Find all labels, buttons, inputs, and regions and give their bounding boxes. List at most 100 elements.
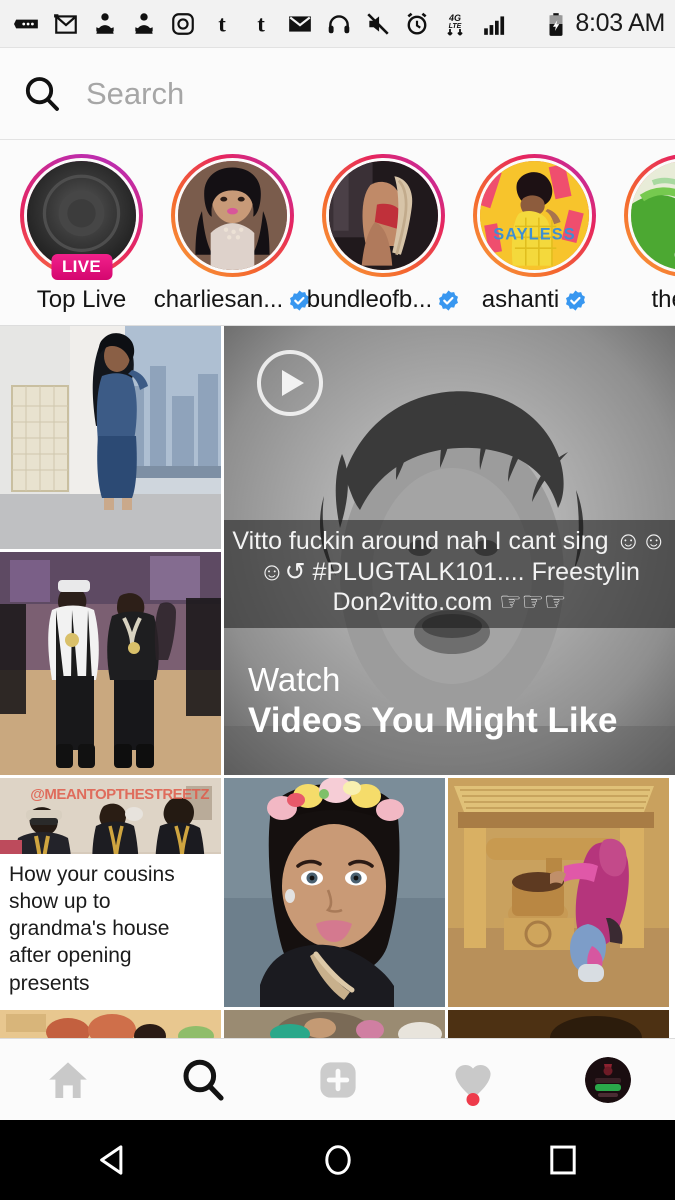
watch-title: Videos You Might Like <box>248 700 618 740</box>
stories-tray[interactable]: LIVE Top Live charliesan... bundleofb...… <box>0 140 675 326</box>
search-icon <box>182 1059 224 1101</box>
play-icon[interactable] <box>257 350 323 416</box>
bottom-nav-bar[interactable] <box>0 1038 675 1120</box>
story-avatar <box>329 161 438 270</box>
live-badge: LIVE <box>51 254 112 280</box>
tile-image <box>0 1010 221 1038</box>
story-username-text: Top Live <box>36 286 127 313</box>
meme-caption: How your cousins show up to grandma's ho… <box>0 853 221 1007</box>
tumblr-icon: t <box>218 11 226 36</box>
svg-text:4G: 4G <box>448 13 461 23</box>
svg-text:SAYLESS: SAYLESS <box>493 225 575 243</box>
nav-item-activity[interactable] <box>405 1039 540 1120</box>
story-ring <box>171 154 294 277</box>
tile-image <box>448 1010 669 1038</box>
video-overlay-caption: Vitto fuckin around nah I cant sing ☺☺ ☺… <box>224 520 675 628</box>
search-input[interactable]: Search <box>86 76 184 112</box>
nav-item-profile[interactable] <box>540 1039 675 1120</box>
alarm-icon <box>407 12 427 35</box>
avatar <box>584 1056 631 1103</box>
signal-bars-icon <box>484 15 505 35</box>
story-username-text: therea <box>651 286 675 313</box>
story-avatar-frame <box>326 158 441 273</box>
grid-tile-photo[interactable] <box>224 1010 445 1038</box>
square-recents-icon <box>549 1145 576 1175</box>
story-avatar: SAYLESS <box>480 161 589 270</box>
story-ring <box>322 154 445 277</box>
story-username: charliesan... <box>154 286 311 314</box>
instagram-icon <box>172 12 194 35</box>
grid-tile-photo[interactable] <box>224 778 445 1007</box>
grid-row: Vitto fuckin around nah I cant sing ☺☺ ☺… <box>0 326 675 775</box>
play-triangle <box>282 370 304 396</box>
story-avatar <box>631 161 675 270</box>
grid-tile-photo[interactable] <box>0 326 221 549</box>
story-avatar-frame <box>628 158 675 273</box>
svg-text:t: t <box>218 11 226 36</box>
svg-text:LTE: LTE <box>449 23 462 30</box>
tumblr-icon: t <box>257 11 265 36</box>
story-ring <box>624 154 675 277</box>
grid-tile-photo[interactable] <box>448 778 669 1007</box>
grid-tile-photo[interactable] <box>0 552 221 775</box>
tile-image <box>224 778 445 1007</box>
watermark: @MEANTOPTHESTREETZ <box>30 786 209 803</box>
svg-text:t: t <box>257 11 265 36</box>
plus-icon <box>319 1061 356 1098</box>
activity-badge-dot <box>466 1093 479 1106</box>
grid-tile-video[interactable]: Vitto fuckin around nah I cant sing ☺☺ ☺… <box>224 326 675 775</box>
story-username-text: ashanti <box>481 286 560 313</box>
story-username: bundleofb... <box>307 286 460 314</box>
4g-lte-icon: 4G LTE <box>447 13 463 36</box>
grid-tile-photo[interactable] <box>0 1010 221 1038</box>
gmail-icon <box>54 13 77 34</box>
grid-tile-photo[interactable] <box>448 1010 669 1038</box>
person-alert-icon <box>96 12 114 34</box>
android-home-button[interactable] <box>225 1139 450 1181</box>
email-icon <box>289 15 311 32</box>
status-bar-clock: 8:03 AM <box>575 9 665 37</box>
search-bar[interactable]: Search <box>0 48 675 140</box>
grid-row: @MEANTOPTHESTREETZ How your cousins show… <box>0 778 675 1007</box>
story-item-top-live[interactable]: LIVE Top Live <box>14 154 149 314</box>
battery-charging-icon <box>549 12 563 36</box>
story-item-ashanti[interactable]: SAYLESS ashanti <box>467 154 602 314</box>
grid-tile-meme[interactable]: @MEANTOPTHESTREETZ How your cousins show… <box>0 778 221 1007</box>
story-username: ashanti <box>482 286 587 314</box>
explore-grid[interactable]: Vitto fuckin around nah I cant sing ☺☺ ☺… <box>0 326 675 1038</box>
search-icon <box>25 76 59 111</box>
story-username: Top Live <box>37 286 126 314</box>
person-alert-icon <box>135 12 153 34</box>
nav-item-add-post[interactable] <box>270 1039 405 1120</box>
triangle-back-icon <box>99 1145 122 1175</box>
tile-image <box>448 778 669 1007</box>
story-avatar-frame <box>175 158 290 273</box>
android-recents-button[interactable] <box>450 1139 675 1181</box>
android-nav-bar[interactable] <box>0 1120 675 1200</box>
story-ring: SAYLESS <box>473 154 596 277</box>
android-back-button[interactable] <box>0 1139 225 1181</box>
story-avatar-frame: SAYLESS <box>477 158 592 273</box>
profile-avatar-image <box>584 1056 631 1103</box>
status-bar: t t 4G LTE 8:03 AM <box>0 0 675 48</box>
watch-label-group: Watch Videos You Might Like <box>248 661 618 741</box>
mute-icon <box>367 12 389 35</box>
nav-item-search[interactable] <box>135 1039 270 1120</box>
status-bar-right: 8:03 AM <box>543 9 665 38</box>
story-username: therea <box>651 286 675 314</box>
circle-home-icon <box>324 1145 351 1175</box>
nav-item-home[interactable] <box>0 1039 135 1120</box>
headphones-icon <box>328 14 350 33</box>
grid-row <box>0 1010 675 1038</box>
story-item-bundleofb[interactable]: bundleofb... <box>307 154 459 314</box>
home-icon <box>48 1061 87 1098</box>
story-item-therea[interactable]: therea <box>618 154 675 314</box>
tile-image <box>0 552 221 775</box>
story-avatar <box>178 161 287 270</box>
grid-left-column <box>0 326 221 775</box>
story-item-charliesan[interactable]: charliesan... <box>154 154 310 314</box>
status-bar-icons: t t 4G LTE <box>14 11 543 37</box>
story-username-text: charliesan... <box>153 286 284 313</box>
story-username-text: bundleofb... <box>306 286 433 313</box>
tile-image <box>224 1010 445 1038</box>
